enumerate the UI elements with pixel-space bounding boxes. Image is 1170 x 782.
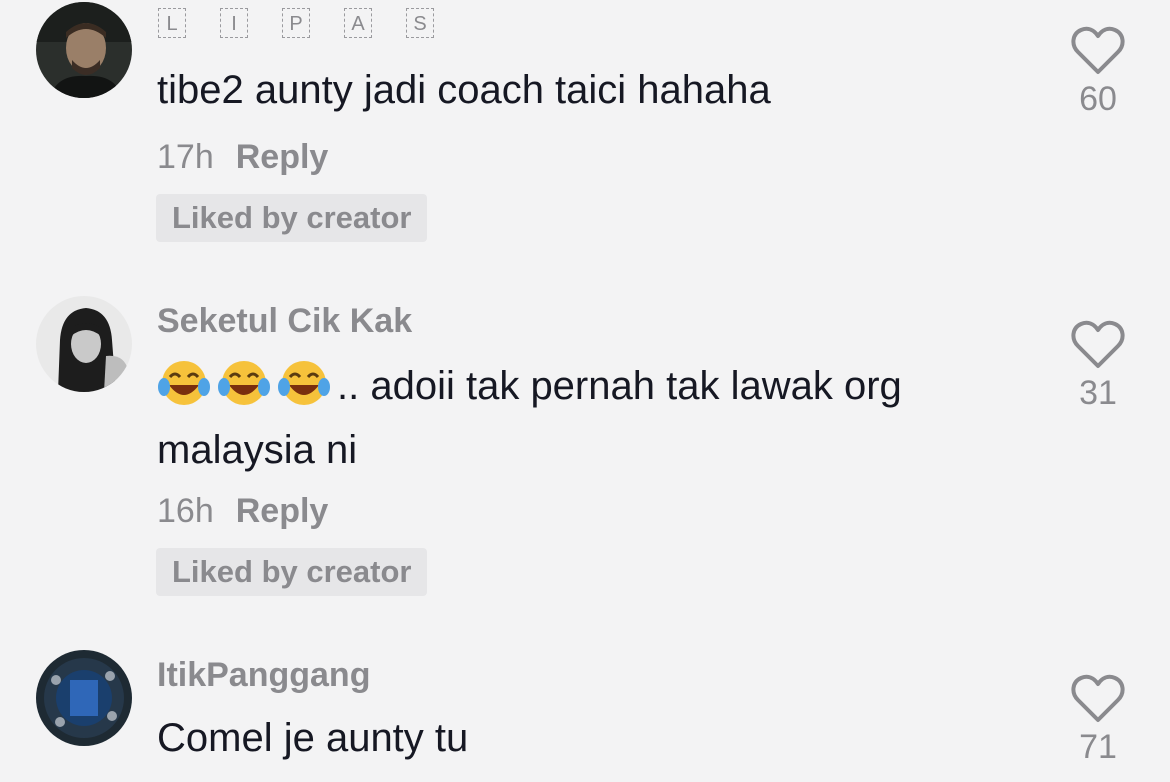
comment-time: 16h xyxy=(157,492,214,530)
like-button[interactable]: 31 xyxy=(1062,320,1134,413)
heart-icon xyxy=(1071,674,1125,722)
heart-icon xyxy=(1071,320,1125,368)
like-button[interactable]: 60 xyxy=(1062,26,1134,119)
username[interactable]: ItikPanggang xyxy=(157,656,370,695)
avatar[interactable] xyxy=(36,296,132,392)
liked-by-creator-badge: Liked by creator xyxy=(156,548,428,596)
comment-text: .. adoii tak pernah tak lawak org malays… xyxy=(157,358,1017,478)
avatar[interactable] xyxy=(36,2,132,98)
username[interactable]: L I P A S xyxy=(158,8,434,38)
username-char: A xyxy=(344,8,372,38)
heart-icon xyxy=(1071,26,1125,74)
face-with-tears-of-joy-icon xyxy=(277,359,331,422)
reply-button[interactable]: Reply xyxy=(236,138,329,176)
comment-time: 17h xyxy=(157,138,214,176)
like-button[interactable]: 71 xyxy=(1062,674,1134,767)
comment-text: tibe2 aunty jadi coach taici hahaha xyxy=(157,68,771,112)
username-char: S xyxy=(406,8,434,38)
username-char: I xyxy=(220,8,248,38)
like-count: 31 xyxy=(1079,374,1117,412)
comment-meta: 17h Reply xyxy=(157,138,328,177)
avatar[interactable] xyxy=(36,650,132,746)
face-with-tears-of-joy-icon xyxy=(157,359,211,422)
username-char: P xyxy=(282,8,310,38)
like-count: 71 xyxy=(1079,728,1117,766)
username-char: L xyxy=(158,8,186,38)
comment-text: Comel je aunty tu xyxy=(157,716,469,760)
face-with-tears-of-joy-icon xyxy=(217,359,271,422)
username[interactable]: Seketul Cik Kak xyxy=(157,302,412,341)
liked-by-creator-badge: Liked by creator xyxy=(156,194,428,242)
comment-meta: 16h Reply xyxy=(157,492,328,531)
reply-button[interactable]: Reply xyxy=(236,492,329,530)
like-count: 60 xyxy=(1079,80,1117,118)
